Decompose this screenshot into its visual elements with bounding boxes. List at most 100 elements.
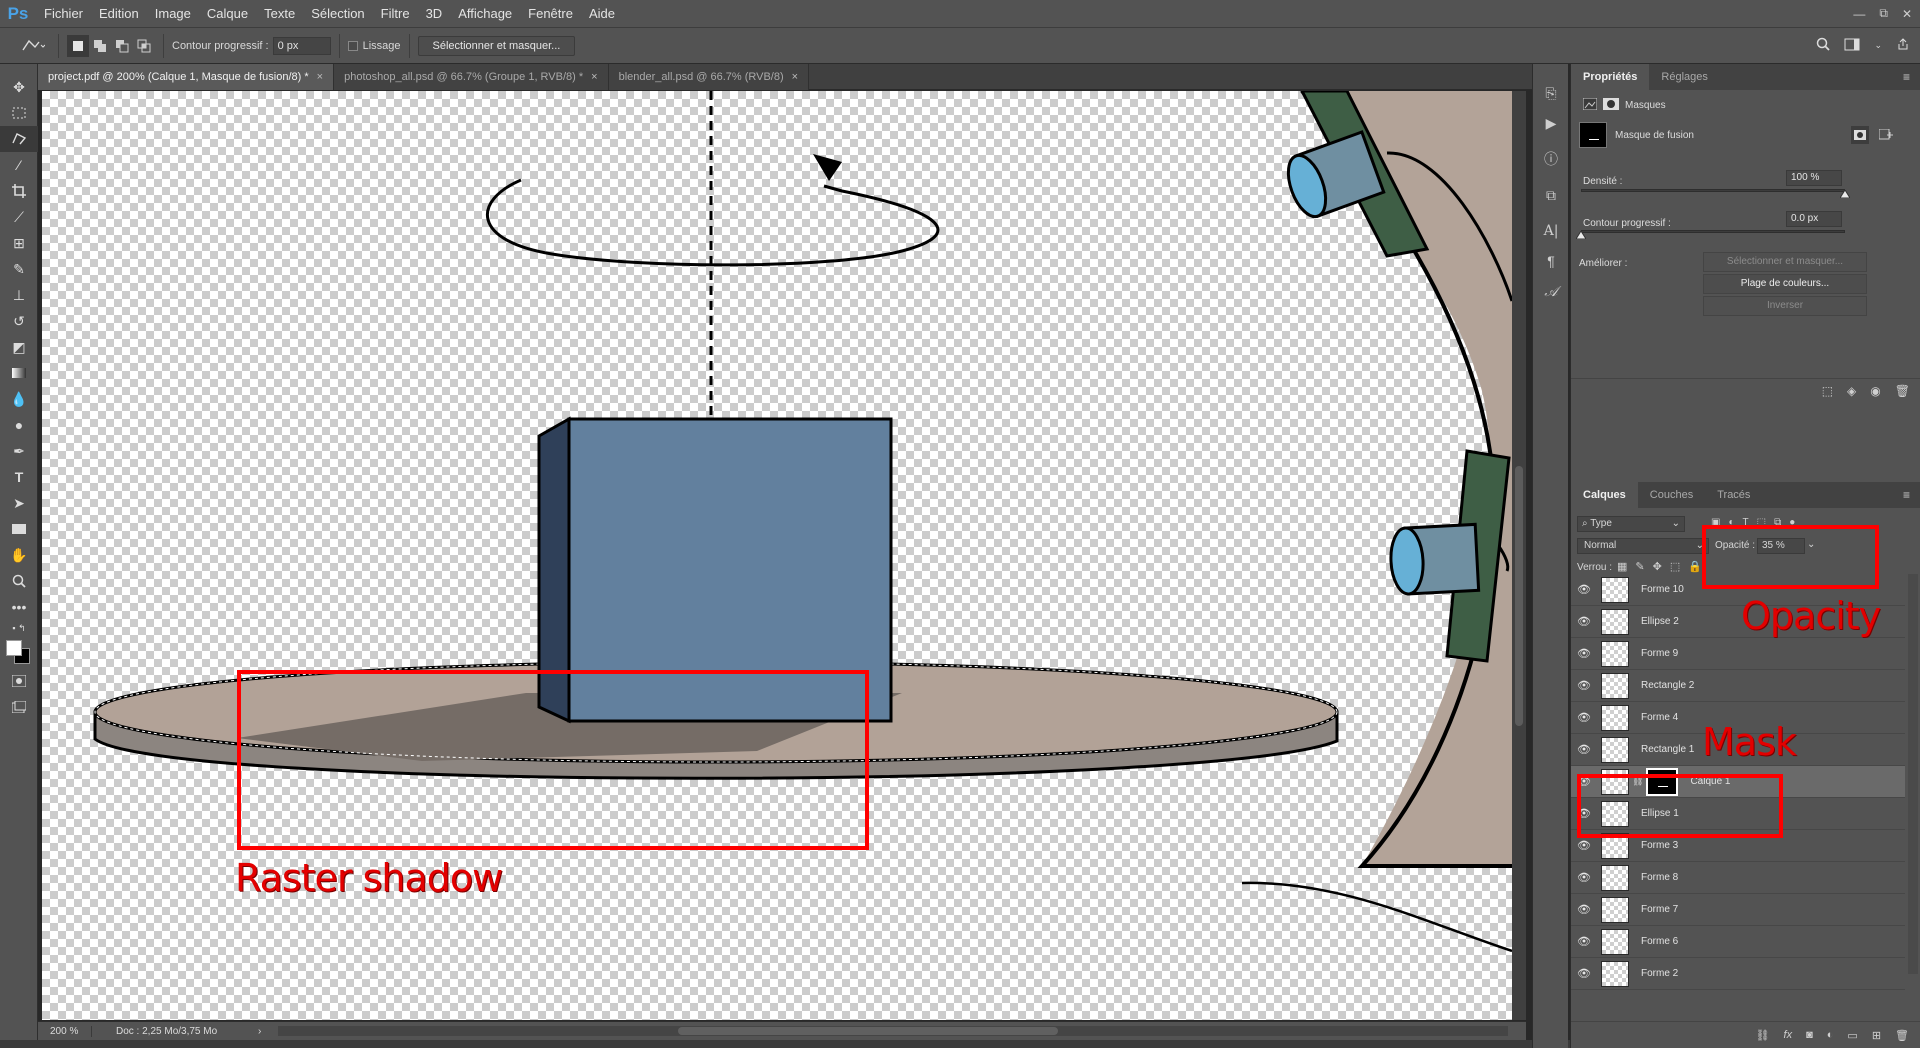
feather-input[interactable] — [272, 36, 331, 55]
invert-button[interactable]: Inverser — [1703, 296, 1867, 316]
menu-image[interactable]: Image — [147, 0, 199, 27]
close-tab-icon[interactable]: × — [317, 71, 323, 83]
color-range-button[interactable]: Plage de couleurs... — [1703, 274, 1867, 294]
visibility-eye-icon[interactable]: 👁 — [1571, 839, 1597, 852]
lasso-tool-icon[interactable] — [0, 126, 38, 152]
lock-image-icon[interactable]: ✎ — [1635, 560, 1644, 573]
panel-menu-icon[interactable]: ≡ — [1903, 70, 1910, 84]
visibility-eye-icon[interactable]: 👁 — [1571, 711, 1597, 724]
minimize-button[interactable]: — — [1853, 7, 1865, 21]
pixel-mask-icon[interactable] — [1582, 97, 1598, 113]
scrollbar-thumb[interactable] — [678, 1027, 1058, 1035]
visibility-eye-icon[interactable]: 👁 — [1571, 743, 1597, 756]
layer-row[interactable]: 👁 Rectangle 2 — [1571, 670, 1905, 702]
search-icon[interactable] — [1816, 37, 1831, 54]
scrollbar-thumb[interactable] — [1515, 466, 1523, 726]
new-layer-icon[interactable]: ⊞ — [1872, 1029, 1881, 1042]
add-mask-icon[interactable]: ◙ — [1806, 1029, 1813, 1041]
select-pixel-mask-icon[interactable] — [1851, 126, 1869, 144]
feather-slider-thumb[interactable] — [1576, 231, 1586, 239]
close-tab-icon[interactable]: × — [591, 71, 597, 83]
layer-row[interactable]: 👁 Forme 8 — [1571, 862, 1905, 894]
trash-icon[interactable]: 🗑 — [1895, 384, 1910, 398]
new-selection-icon[interactable] — [67, 34, 89, 57]
visibility-eye-icon[interactable]: 👁 — [1571, 679, 1597, 692]
canvas-horizontal-scrollbar[interactable] — [278, 1026, 1508, 1036]
foreground-color-swatch[interactable] — [6, 640, 22, 656]
lock-all-icon[interactable]: 🔒 — [1688, 560, 1702, 573]
layer-style-icon[interactable]: fx — [1784, 1029, 1793, 1041]
visibility-eye-icon[interactable]: 👁 — [1571, 903, 1597, 916]
feather-input[interactable]: 0.0 px — [1786, 211, 1842, 227]
lock-position-icon[interactable]: ✥ — [1653, 560, 1662, 573]
blend-mode-select[interactable]: Normal ⌄ — [1577, 538, 1709, 554]
density-input[interactable]: 100 % — [1786, 170, 1842, 186]
crop-tool-icon[interactable] — [0, 178, 38, 204]
tab-project[interactable]: project.pdf @ 200% (Calque 1, Masque de … — [38, 64, 335, 90]
screen-mode-icon[interactable] — [0, 694, 38, 720]
vector-mask-icon[interactable] — [1603, 98, 1619, 113]
marquee-tool-icon[interactable] — [0, 100, 38, 126]
zoom-tool-icon[interactable] — [0, 568, 38, 594]
quick-mask-icon[interactable] — [0, 668, 38, 694]
zoom-level[interactable]: 200 % — [38, 1025, 92, 1037]
swap-colors-icon[interactable]: ▪ ↰ — [0, 620, 38, 636]
tab-paths[interactable]: Tracés — [1705, 482, 1762, 508]
menu-fenetre[interactable]: Fenêtre — [520, 0, 581, 27]
polygonal-lasso-preset-icon[interactable] — [16, 35, 50, 57]
more-tools-icon[interactable]: ••• — [0, 594, 38, 620]
menu-aide[interactable]: Aide — [581, 0, 623, 27]
menu-edition[interactable]: Edition — [91, 0, 147, 27]
workspace-icon[interactable] — [1844, 38, 1860, 54]
layer-row[interactable]: 👁 Forme 6 — [1571, 926, 1905, 958]
status-menu-arrow[interactable]: › — [258, 1026, 261, 1037]
info-icon[interactable]: ⓘ — [1533, 144, 1569, 174]
hand-tool-icon[interactable]: ✋ — [0, 542, 38, 568]
tab-properties[interactable]: Propriétés — [1571, 64, 1650, 90]
smoothing-checkbox[interactable] — [347, 40, 358, 51]
eye-icon[interactable]: ◉ — [1870, 384, 1880, 398]
intersect-selection-icon[interactable] — [133, 35, 155, 57]
close-window-button[interactable]: ✕ — [1902, 7, 1912, 21]
visibility-eye-icon[interactable]: 👁 — [1571, 967, 1597, 980]
clone-source-icon[interactable]: ⧉ — [1533, 180, 1569, 210]
menu-fichier[interactable]: Fichier — [36, 0, 91, 27]
link-layers-icon[interactable]: ⛓ — [1756, 1029, 1770, 1042]
menu-selection[interactable]: Sélection — [303, 0, 372, 27]
select-and-mask-button[interactable]: Sélectionner et masquer... — [417, 35, 576, 56]
tab-layers[interactable]: Calques — [1571, 482, 1638, 508]
stamp-tool-icon[interactable]: ⊥ — [0, 282, 38, 308]
layer-row[interactable]: 👁 Forme 7 — [1571, 894, 1905, 926]
tab-photoshop-all[interactable]: photoshop_all.psd @ 66.7% (Groupe 1, RVB… — [334, 64, 609, 90]
rectangle-tool-icon[interactable] — [0, 516, 38, 542]
visibility-eye-icon[interactable]: 👁 — [1571, 647, 1597, 660]
menu-calque[interactable]: Calque — [199, 0, 256, 27]
trash-icon[interactable]: 🗑 — [1895, 1029, 1909, 1042]
lock-transparent-icon[interactable]: ▦ — [1617, 560, 1627, 573]
visibility-eye-icon[interactable]: 👁 — [1571, 615, 1597, 628]
canvas-vertical-scrollbar[interactable] — [1512, 91, 1526, 1020]
tab-adjustments[interactable]: Réglages — [1649, 64, 1719, 90]
type-tool-icon[interactable]: T — [0, 464, 38, 490]
load-selection-icon[interactable]: ⬚ — [1822, 384, 1833, 398]
brush-tool-icon[interactable]: ✎ — [0, 256, 38, 282]
magic-wand-tool-icon[interactable]: ⁄ — [0, 152, 38, 178]
blur-tool-icon[interactable]: 💧 — [0, 386, 38, 412]
apply-mask-icon[interactable]: ◈ — [1847, 384, 1856, 398]
new-adjustment-icon[interactable]: ◐ — [1827, 1029, 1834, 1041]
tab-blender-all[interactable]: blender_all.psd @ 66.7% (RVB/8) × — [608, 64, 810, 90]
paragraph-icon[interactable]: ¶ — [1533, 246, 1569, 276]
move-tool-icon[interactable]: ✥ — [0, 74, 38, 100]
tab-channels[interactable]: Couches — [1638, 482, 1705, 508]
lock-artboard-icon[interactable]: ⬚ — [1670, 560, 1680, 573]
density-slider[interactable] — [1581, 189, 1845, 192]
eyedropper-tool-icon[interactable]: ⟋ — [0, 204, 38, 230]
close-tab-icon[interactable]: × — [792, 71, 798, 83]
feather-slider[interactable] — [1581, 230, 1845, 233]
select-and-mask-button[interactable]: Sélectionner et masquer... — [1703, 252, 1867, 272]
restore-button[interactable]: ⧉ — [1879, 6, 1888, 21]
add-vector-mask-icon[interactable] — [1877, 126, 1895, 144]
healing-brush-tool-icon[interactable]: ⊞ — [0, 230, 38, 256]
gradient-tool-icon[interactable] — [0, 360, 38, 386]
layer-row[interactable]: 👁 Forme 2 — [1571, 958, 1905, 990]
